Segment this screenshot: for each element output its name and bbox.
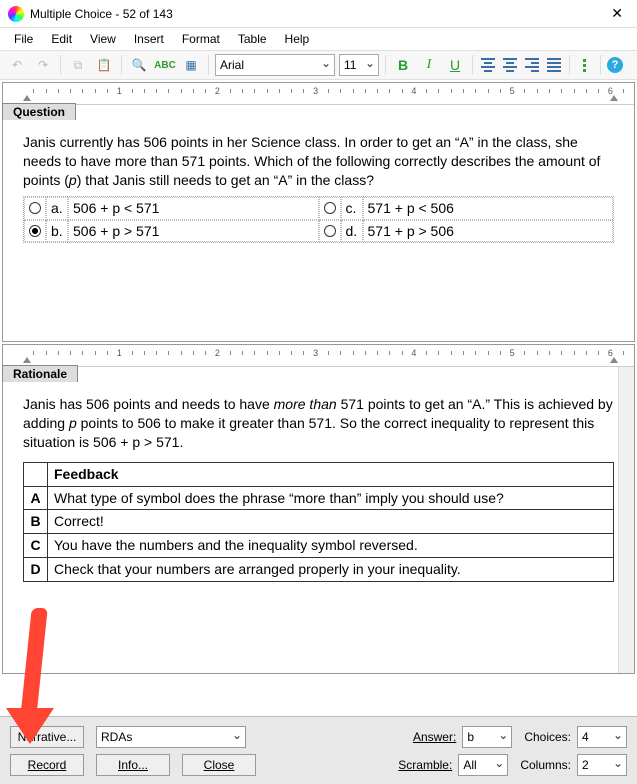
rationale-tab[interactable]: Rationale	[2, 365, 78, 382]
align-left-icon[interactable]	[479, 56, 497, 74]
scramble-select[interactable]	[458, 754, 508, 776]
feedback-d: Check that your numbers are arranged pro…	[48, 558, 614, 582]
radio-b[interactable]	[24, 220, 46, 243]
label-d: d.	[341, 220, 363, 243]
answer-label: Answer:	[413, 730, 456, 744]
answer-grid: a.506 + p < 571 c.571 + p < 506 b.506 + …	[23, 196, 614, 244]
window-title: Multiple Choice - 52 of 143	[30, 7, 605, 21]
toolbar: ↶ ↷ ⧉ 📋 🔍 ABC ▦ B I U ?	[0, 50, 637, 80]
choices-label: Choices:	[524, 730, 571, 744]
info-button[interactable]: Info...	[96, 754, 170, 776]
menubar: File Edit View Insert Format Table Help	[0, 28, 637, 50]
table-icon[interactable]: ▦	[180, 54, 202, 76]
question-tab[interactable]: Question	[2, 103, 76, 120]
bold-icon[interactable]: B	[392, 54, 414, 76]
feedback-c: You have the numbers and the inequality …	[48, 534, 614, 558]
feedback-b: Correct!	[48, 510, 614, 534]
list-icon[interactable]	[576, 56, 594, 74]
label-a: a.	[46, 197, 68, 220]
italic-icon[interactable]: I	[418, 54, 440, 76]
close-button[interactable]: Close	[182, 754, 256, 776]
align-center-icon[interactable]	[501, 56, 519, 74]
ruler-top: 123456	[3, 83, 634, 105]
answer-b[interactable]: 506 + p > 571	[68, 220, 319, 243]
menu-edit[interactable]: Edit	[43, 30, 80, 48]
rdas-select[interactable]	[96, 726, 246, 748]
menu-file[interactable]: File	[6, 30, 41, 48]
question-pane: 123456 Question Janis currently has 506 …	[2, 82, 635, 342]
undo-icon[interactable]: ↶	[6, 54, 28, 76]
answer-c[interactable]: 571 + p < 506	[363, 197, 614, 220]
scramble-label: Scramble:	[398, 758, 452, 772]
copy-icon[interactable]: ⧉	[67, 54, 89, 76]
scrollbar[interactable]	[618, 367, 634, 673]
feedback-a: What type of symbol does the phrase “mor…	[48, 486, 614, 510]
menu-help[interactable]: Help	[277, 30, 318, 48]
radio-c[interactable]	[319, 197, 341, 220]
align-justify-icon[interactable]	[545, 56, 563, 74]
spellcheck-icon[interactable]: ABC	[154, 54, 176, 76]
answer-select[interactable]	[462, 726, 512, 748]
app-icon	[8, 6, 24, 22]
label-b: b.	[46, 220, 68, 243]
font-select[interactable]	[215, 54, 335, 76]
question-doc[interactable]: Janis currently has 506 points in her Sc…	[3, 105, 634, 341]
titlebar: Multiple Choice - 52 of 143 ✕	[0, 0, 637, 28]
help-icon[interactable]: ?	[607, 57, 623, 73]
narrative-button[interactable]: Narrative...	[10, 726, 84, 748]
ruler-bottom: 123456	[3, 345, 634, 367]
rationale-doc[interactable]: Janis has 506 points and needs to have m…	[3, 367, 634, 673]
bottom-bar: Narrative... Answer: Choices: Record Inf…	[0, 716, 637, 784]
feedback-header: Feedback	[48, 462, 614, 486]
search-icon[interactable]: 🔍	[128, 54, 150, 76]
columns-label: Columns:	[520, 758, 571, 772]
menu-table[interactable]: Table	[230, 30, 275, 48]
menu-insert[interactable]: Insert	[126, 30, 172, 48]
answer-d[interactable]: 571 + p > 506	[363, 220, 614, 243]
menu-format[interactable]: Format	[174, 30, 228, 48]
choices-select[interactable]	[577, 726, 627, 748]
menu-view[interactable]: View	[82, 30, 124, 48]
answer-a[interactable]: 506 + p < 571	[68, 197, 319, 220]
close-icon[interactable]: ✕	[605, 5, 629, 22]
size-select[interactable]	[339, 54, 379, 76]
rationale-text: Janis has 506 points and needs to have m…	[23, 395, 614, 452]
radio-a[interactable]	[24, 197, 46, 220]
paste-icon[interactable]: 📋	[93, 54, 115, 76]
underline-icon[interactable]: U	[444, 54, 466, 76]
question-text: Janis currently has 506 points in her Sc…	[23, 133, 614, 190]
redo-icon[interactable]: ↷	[32, 54, 54, 76]
label-c: c.	[341, 197, 363, 220]
rationale-pane: 123456 Rationale Janis has 506 points an…	[2, 344, 635, 674]
align-right-icon[interactable]	[523, 56, 541, 74]
record-button[interactable]: Record	[10, 754, 84, 776]
radio-d[interactable]	[319, 220, 341, 243]
feedback-table: Feedback AWhat type of symbol does the p…	[23, 462, 614, 582]
columns-select[interactable]	[577, 754, 627, 776]
